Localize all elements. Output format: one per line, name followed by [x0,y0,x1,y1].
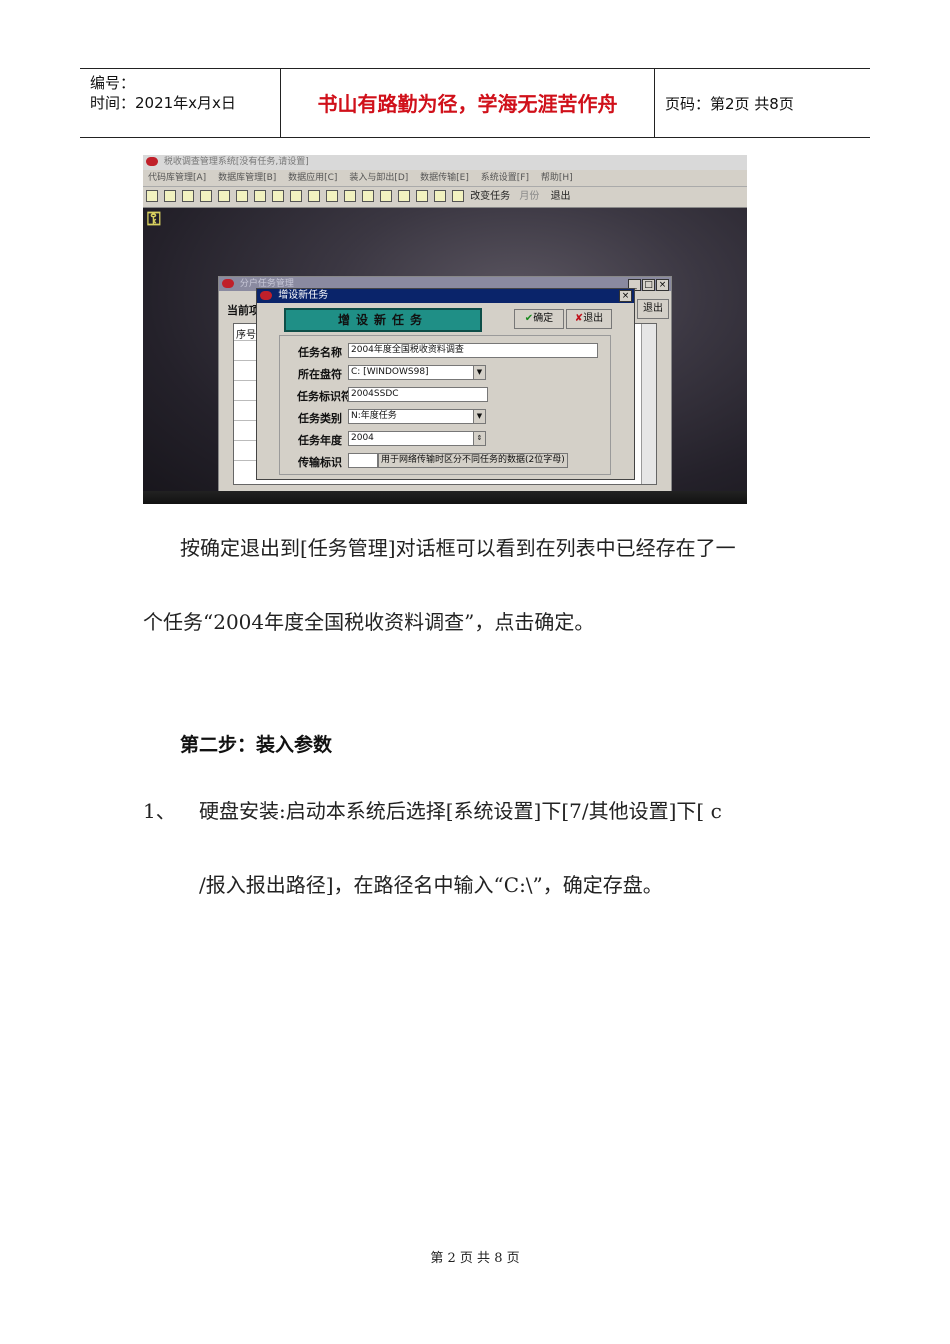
task-id-field[interactable]: 2004SSDC [348,387,488,402]
app-icon [222,279,234,288]
app-titlebar: 税收调查管理系统[没有任务,请设置] [143,155,747,170]
header-motto: 书山有路勤为径，学海无涯苦作舟 [317,92,618,116]
task-name-field[interactable]: 2004年度全国税收资料调查 [348,343,598,358]
header-page: 页码：第2页 共8页 [665,95,794,113]
menu-item[interactable]: 数据应用[C] [288,173,337,183]
tool-icon[interactable] [326,190,338,202]
task-type-select[interactable]: N:年度任务 ▼ [348,409,486,424]
table-row [234,400,256,401]
list-item-line: /报入报出路径]，在路径名中输入“C:\”，确定存盘。 [199,873,663,897]
table-row [234,340,256,341]
new-task-dialog: 增设新任务 × 增设新任务 ✔确定 ✘退出 任务名称 2004年度全国税收资料调… [256,288,635,480]
header-date: 时间：2021年x月x日 [90,94,236,112]
dialog-title: 增设新任务 [278,290,329,301]
menu-item[interactable]: 装入与卸出[D] [349,173,408,183]
tool-icon[interactable] [416,190,428,202]
ok-label: 确定 [533,313,554,324]
table-scrollbar[interactable] [641,324,656,484]
change-task-button[interactable]: 改变任务 [470,191,510,202]
paragraph-line: 个任务“2004年度全国税收资料调查”，点击确定。 [143,610,595,634]
tool-icon[interactable] [344,190,356,202]
app-icon [260,290,272,300]
dialog-form: 任务名称 2004年度全国税收资料调查 所在盘符 C: [WINDOWS98] … [279,335,611,475]
transfer-field[interactable] [348,453,378,468]
chevron-down-icon[interactable]: ▼ [473,366,485,379]
close-icon[interactable]: × [619,290,632,302]
check-icon: ✔ [524,313,534,324]
keys-icon: ⚿ [147,209,161,230]
toolbar-exit-button[interactable]: 退出 [551,191,571,202]
list-item-line: 硬盘安装:启动本系统后选择[系统设置]下[7/其他设置]下[ c [199,799,722,823]
dialog-titlebar: 增设新任务 × [257,289,634,303]
tool-icon[interactable] [272,190,284,202]
tool-icon[interactable] [362,190,374,202]
menu-item[interactable]: 数据传输[E] [420,173,469,183]
page-footer: 第 2 页 共 8 页 [430,1251,520,1266]
task-year-value: 2004 [351,433,374,443]
header-meta: 编号： 时间：2021年x月x日 [90,73,236,113]
table-row [234,440,256,441]
tool-icon[interactable] [200,190,212,202]
month-button[interactable]: 月份 [519,191,539,202]
task-type-label: 任务类别 [298,412,342,425]
column-header-seq: 序号 [236,330,256,341]
cross-icon: ✘ [574,313,584,324]
tool-icon[interactable] [380,190,392,202]
task-year-stepper[interactable]: 2004 ⇕ [348,431,486,446]
software-screenshot: 税收调查管理系统[没有任务,请设置] 代码库管理[A] 数据库管理[B] 数据应… [143,155,747,504]
tool-icon[interactable] [398,190,410,202]
drive-label: 所在盘符 [298,368,342,381]
tool-icon[interactable] [452,190,464,202]
exit-button[interactable]: ✘退出 [566,309,612,329]
task-name-label: 任务名称 [298,346,342,359]
ok-button[interactable]: ✔确定 [514,309,564,329]
tool-icon[interactable] [236,190,248,202]
header-divider [654,69,655,137]
chevron-down-icon[interactable]: ▼ [473,410,485,423]
drive-select[interactable]: C: [WINDOWS98] ▼ [348,365,486,380]
stepper-arrows-icon[interactable]: ⇕ [473,432,485,445]
table-row [234,460,256,461]
menu-item[interactable]: 数据库管理[B] [218,173,276,183]
tool-icon[interactable] [254,190,266,202]
tool-icon[interactable] [434,190,446,202]
tool-icon[interactable] [218,190,230,202]
menu-item[interactable]: 帮助[H] [541,173,573,183]
app-toolbar: 改变任务 月份 退出 [143,187,747,208]
app-menubar: 代码库管理[A] 数据库管理[B] 数据应用[C] 装入与卸出[D] 数据传输[… [143,170,747,187]
task-type-value: N:年度任务 [351,411,397,421]
maximize-icon[interactable]: □ [642,279,655,291]
close-icon[interactable]: × [656,279,669,291]
dialog-heading: 增设新任务 [284,308,482,332]
app-title: 税收调查管理系统[没有任务,请设置] [163,157,309,167]
transfer-hint: 用于网络传输时区分不同任务的数据(2位字母) [378,453,568,468]
table-row [234,360,256,361]
screen-bottom-edge [143,491,747,504]
paragraph-line: 按确定退出到[任务管理]对话框可以看到在列表中已经存在了一 [180,536,736,560]
menu-item[interactable]: 系统设置[F] [481,173,529,183]
tool-icon[interactable] [308,190,320,202]
tool-icon[interactable] [290,190,302,202]
task-year-label: 任务年度 [298,434,342,447]
manager-exit-button[interactable]: 退出 [637,299,669,319]
tool-icon[interactable] [164,190,176,202]
page-header: 编号： 时间：2021年x月x日 书山有路勤为径，学海无涯苦作舟 页码：第2页 … [80,68,870,138]
step-heading: 第二步：装入参数 [180,734,333,756]
list-number: 1、 [143,799,176,823]
header-number: 编号： [90,74,136,92]
tool-icon[interactable] [182,190,194,202]
transfer-label: 传输标识 [298,456,342,469]
table-row [234,420,256,421]
task-id-label: 任务标识符 [297,390,352,403]
drive-value: C: [WINDOWS98] [351,367,429,377]
table-row [234,380,256,381]
exit-label: 退出 [583,313,604,324]
app-icon [146,157,158,166]
menu-item[interactable]: 代码库管理[A] [148,173,206,183]
tool-icon[interactable] [146,190,158,202]
